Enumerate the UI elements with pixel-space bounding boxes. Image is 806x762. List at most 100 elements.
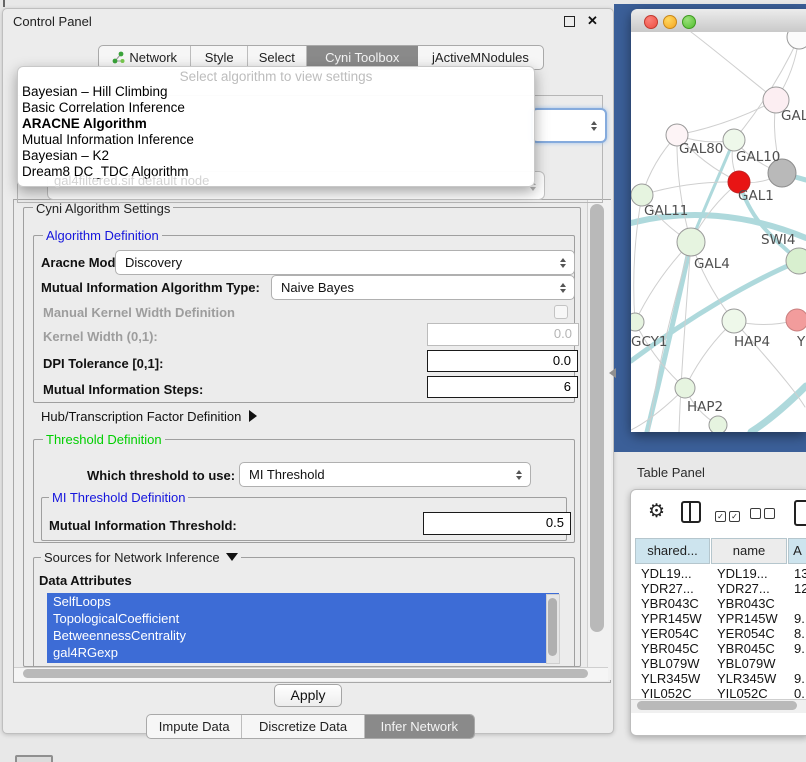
tab-label: Impute Data	[159, 715, 230, 738]
network-node[interactable]	[677, 228, 705, 256]
table-cell[interactable]	[794, 656, 806, 671]
zoom-traffic-light[interactable]	[682, 15, 696, 29]
table-cell[interactable]: 9.	[794, 611, 806, 626]
minimize-traffic-light[interactable]	[663, 15, 677, 29]
tab-label: Discretize Data	[259, 715, 347, 738]
table-cell[interactable]: 13	[794, 566, 806, 581]
table-cell[interactable]: YPR145W	[717, 611, 787, 626]
bottom-tab-bar: Impute Data Discretize Data Infer Network	[146, 714, 475, 739]
table-horizontal-scrollbar-thumb[interactable]	[637, 701, 797, 710]
dropdown-item[interactable]: Bayesian – Hill Climbing	[18, 84, 534, 100]
mi-type-combo[interactable]: Naive Bayes	[271, 275, 575, 300]
table-cell[interactable]	[794, 596, 806, 611]
table-cell[interactable]: YDL19...	[641, 566, 710, 581]
table-cell[interactable]: YDR27...	[717, 581, 787, 596]
new-table-icon[interactable]	[794, 500, 806, 526]
network-node[interactable]	[786, 309, 806, 331]
table-cell[interactable]: YBR043C	[641, 596, 710, 611]
inference-algorithm-combo[interactable]	[531, 108, 607, 143]
attribute-list-item[interactable]: gal4RGexp	[47, 644, 559, 661]
attribute-list-item[interactable]: TopologicalCoefficient	[47, 610, 559, 627]
network-node[interactable]	[709, 416, 727, 432]
bottom-left-partial-button[interactable]	[15, 755, 53, 762]
table-cell[interactable]: 9.	[794, 671, 806, 686]
aracne-mode-value: Discovery	[116, 255, 555, 270]
panel-title: Control Panel	[13, 14, 92, 29]
mi-steps-label: Mutual Information Steps:	[43, 382, 203, 397]
table-cell[interactable]: YBL079W	[717, 656, 787, 671]
table-cell[interactable]: YLR345W	[641, 671, 710, 686]
settings-horizontal-scrollbar-thumb[interactable]	[23, 669, 588, 678]
kernel-width-field[interactable]: 0.0	[427, 323, 579, 346]
table-panel-title: Table Panel	[637, 465, 705, 480]
dropdown-item[interactable]: Bayesian – K2	[18, 148, 534, 164]
attribute-list-item[interactable]: SelfLoops	[47, 593, 559, 610]
table-cell[interactable]: YDL19...	[717, 566, 787, 581]
network-node-label: GAL	[781, 108, 806, 124]
data-attributes-list[interactable]: SelfLoopsTopologicalCoefficientBetweenne…	[47, 593, 559, 663]
mi-threshold-field[interactable]: 0.5	[423, 512, 571, 535]
network-node-label: GAL11	[644, 203, 688, 219]
float-window-icon[interactable]	[564, 16, 575, 27]
gear-icon[interactable]: ⚙	[648, 502, 665, 521]
manual-kernel-checkbox[interactable]	[554, 305, 568, 319]
network-edge	[734, 37, 799, 140]
application-window: Control Panel ✕ NetworkStyleSelectCyni T…	[0, 0, 806, 762]
network-node-label: Y	[796, 334, 806, 350]
table-cell[interactable]: YBR045C	[717, 641, 787, 656]
control-panel: Control Panel ✕ NetworkStyleSelectCyni T…	[2, 8, 614, 734]
column-header-A[interactable]: A	[788, 538, 806, 564]
network-node[interactable]	[723, 129, 745, 151]
table-cell[interactable]: 8.	[794, 626, 806, 641]
tab-infer-network[interactable]: Infer Network	[365, 715, 474, 738]
network-canvas[interactable]: GALGAL80GAL10GAL1GAL11SWI4GAL4GCY1HAP4YH…	[631, 32, 806, 432]
table-cell[interactable]: 12	[794, 581, 806, 596]
tab-impute-data[interactable]: Impute Data	[147, 715, 242, 738]
table-cell[interactable]: YBL079W	[641, 656, 710, 671]
network-edge	[691, 32, 776, 100]
select-all-checkboxes-icon[interactable]: ✓✓	[715, 506, 743, 524]
close-traffic-light[interactable]	[644, 15, 658, 29]
threshold-definition-legend: Threshold Definition	[43, 432, 165, 447]
table-cell[interactable]: YER054C	[717, 626, 787, 641]
apply-button[interactable]: Apply	[274, 684, 342, 707]
attribute-list-scrollbar-thumb[interactable]	[548, 598, 557, 656]
aracne-mode-combo[interactable]: Discovery	[115, 250, 575, 275]
network-combo-ghost-value: gal4filtered.sif default node	[54, 173, 209, 188]
manual-kernel-label: Manual Kernel Width Definition	[43, 305, 235, 320]
column-layout-icon[interactable]	[681, 501, 701, 523]
column-header-shared[interactable]: shared...	[635, 538, 710, 564]
network-node-label: GAL10	[736, 149, 780, 165]
tab-discretize-data[interactable]: Discretize Data	[242, 715, 364, 738]
dropdown-item[interactable]: Basic Correlation Inference	[18, 100, 534, 116]
mi-steps-field[interactable]: 6	[427, 376, 578, 398]
mi-threshold-label: Mutual Information Threshold:	[49, 518, 237, 533]
settings-vertical-scrollbar-thumb[interactable]	[590, 204, 604, 632]
table-cell[interactable]: YBR043C	[717, 596, 787, 611]
column-header-name[interactable]: name	[711, 538, 787, 564]
table-cell[interactable]: YDR27...	[641, 581, 710, 596]
network-edge	[642, 182, 739, 195]
table-cell[interactable]: YBR045C	[641, 641, 710, 656]
table-cell[interactable]: YLR345W	[717, 671, 787, 686]
which-threshold-combo[interactable]: MI Threshold	[239, 462, 531, 487]
table-panel-window: ⚙ ✓✓ shared...nameA YDL19... YDL19... 13 YD…	[630, 489, 806, 736]
table-cell[interactable]: 9.	[794, 641, 806, 656]
table-cell[interactable]: YER054C	[641, 626, 710, 641]
dropdown-item[interactable]: ARACNE Algorithm	[18, 116, 534, 132]
deselect-all-checkboxes-icon[interactable]	[750, 506, 778, 524]
dropdown-item[interactable]: Mutual Information Inference	[18, 132, 534, 148]
algorithm-dropdown-popup: Select algorithm to view settings Bayesi…	[17, 66, 535, 187]
network-node-label: HAP2	[687, 399, 723, 415]
table-cell[interactable]: YPR145W	[641, 611, 710, 626]
hub-definition-toggle[interactable]: Hub/Transcription Factor Definition	[41, 409, 257, 424]
network-node[interactable]	[722, 309, 746, 333]
network-node[interactable]	[631, 313, 644, 331]
attribute-list-item[interactable]: BetweennessCentrality	[47, 627, 559, 644]
dpi-tolerance-field[interactable]: 0.0	[427, 350, 578, 372]
sources-legend[interactable]: Sources for Network Inference	[41, 550, 241, 565]
panel-splitter-handle[interactable]	[609, 368, 616, 378]
network-node[interactable]	[787, 32, 806, 49]
network-node[interactable]	[675, 378, 695, 398]
close-icon[interactable]: ✕	[587, 13, 598, 29]
